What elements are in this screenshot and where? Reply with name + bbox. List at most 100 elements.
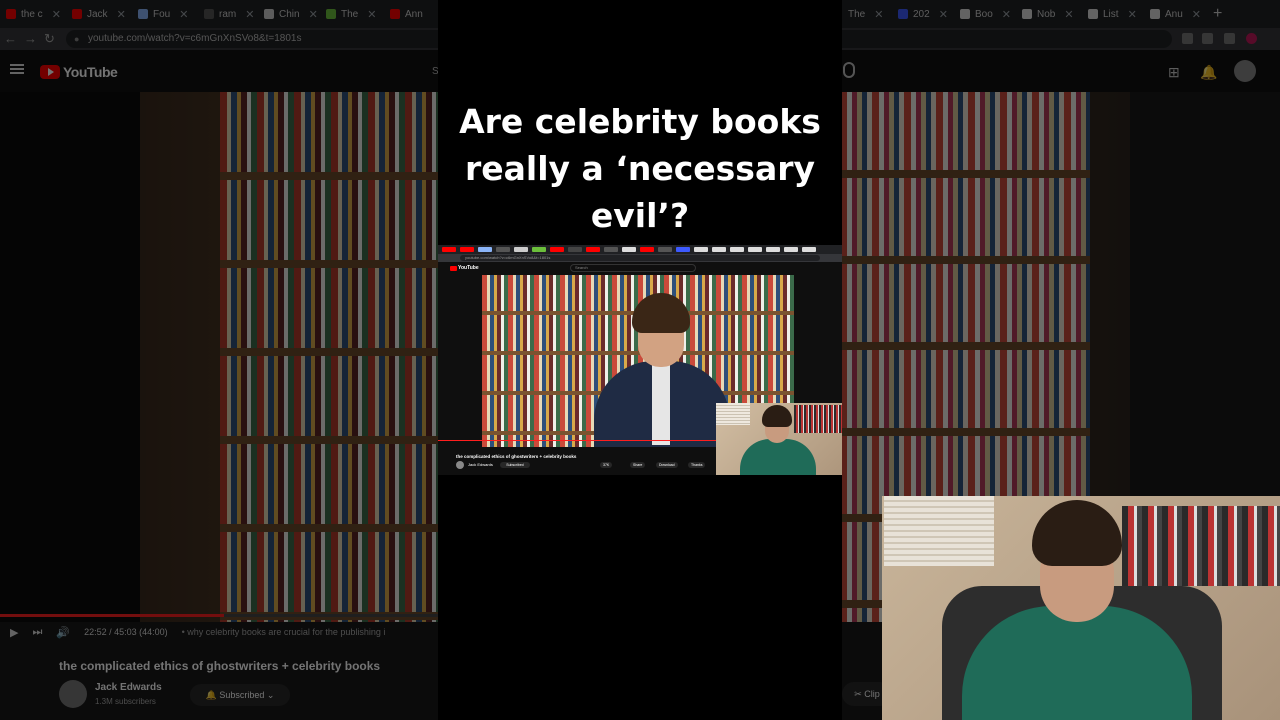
browser-tab[interactable]: 202 ✕ xyxy=(898,4,954,24)
tab-label: Chin xyxy=(279,8,300,20)
caption-line: really a ‘necessary xyxy=(465,149,815,188)
account-avatar[interactable] xyxy=(1234,60,1256,82)
bookshelf xyxy=(1122,506,1280,586)
new-tab-plus-icon[interactable]: + xyxy=(1213,5,1222,23)
page-favicon-icon xyxy=(898,9,908,19)
close-tab-icon[interactable]: ✕ xyxy=(1002,8,1011,21)
close-tab-icon[interactable]: ✕ xyxy=(117,8,126,21)
close-tab-icon[interactable]: ✕ xyxy=(1128,8,1137,21)
bookshelf xyxy=(794,405,842,433)
notifications-bell-icon[interactable]: 🔔 xyxy=(1200,64,1217,81)
bell-icon: 🔔 xyxy=(205,690,220,700)
scissors-icon: ✂ xyxy=(854,689,865,699)
mini-tab xyxy=(442,247,456,252)
next-icon[interactable]: ⏭ xyxy=(32,626,42,639)
close-tab-icon[interactable]: ✕ xyxy=(1192,8,1201,21)
browser-tab[interactable]: Chin ✕ xyxy=(264,4,320,24)
mini-url: youtube.com/watch?v=c6mGnXnSVo8&t=1801s xyxy=(460,255,820,261)
subscriber-count: 1.3M subscribers xyxy=(95,697,156,706)
mini-youtube-header: YouTube Search xyxy=(438,262,842,274)
chevron-down-icon: ⌄ xyxy=(264,690,275,700)
extension-icon[interactable] xyxy=(1202,33,1213,44)
mini-tab xyxy=(604,247,618,252)
webcam-inset-small xyxy=(716,403,842,475)
mini-tab xyxy=(532,247,546,252)
mini-search-box: Search xyxy=(570,264,696,272)
close-tab-icon[interactable]: ✕ xyxy=(52,8,61,21)
hair xyxy=(1032,500,1122,566)
mini-tab xyxy=(514,247,528,252)
browser-tab[interactable]: The ✕ xyxy=(848,4,888,24)
tab-label: Anu xyxy=(1165,8,1183,20)
channel-avatar[interactable] xyxy=(59,680,87,708)
player-controls: ▶ ⏭ 🔊 22:52 / 45:03 (44:00) • why celebr… xyxy=(0,620,440,644)
mini-channel-name: Jack Edwards xyxy=(468,462,493,467)
volume-icon[interactable]: 🔊 xyxy=(56,626,70,639)
subscribed-label: Subscribed xyxy=(219,690,265,700)
mini-tab-strip xyxy=(438,245,842,254)
chapter-title[interactable]: • why celebrity books are crucial for th… xyxy=(182,627,386,637)
browser-tab[interactable]: The ✕ xyxy=(326,4,382,24)
green-hoodie xyxy=(740,439,816,475)
close-tab-icon[interactable]: ✕ xyxy=(179,8,188,21)
mini-tab xyxy=(802,247,816,252)
close-tab-icon[interactable]: ✕ xyxy=(309,8,318,21)
microphone-icon[interactable] xyxy=(843,62,855,78)
mini-screen-recording: youtube.com/watch?v=c6mGnXnSVo8&t=1801s … xyxy=(438,245,842,475)
time-display: 22:52 / 45:03 (44:00) xyxy=(84,627,168,637)
bookshelf-left xyxy=(220,92,440,622)
play-icon[interactable]: ▶ xyxy=(10,626,18,639)
browser-tab[interactable]: Boo ✕ xyxy=(960,4,1016,24)
menu-icon[interactable] xyxy=(10,64,24,74)
tab-label: ram xyxy=(219,8,237,20)
mini-tab xyxy=(730,247,744,252)
browser-tab[interactable]: ram ✕ xyxy=(204,4,260,24)
wikipedia-favicon-icon xyxy=(1022,9,1032,19)
mini-tab xyxy=(748,247,762,252)
mini-tab xyxy=(496,247,510,252)
subscribed-button[interactable]: 🔔 Subscribed ⌄ xyxy=(190,684,290,706)
browser-tab[interactable]: Anu ✕ xyxy=(1150,4,1206,24)
browser-tab[interactable]: List ✕ xyxy=(1088,4,1144,24)
screen: the c ✕ Jack ✕ Fou ✕ ram ✕ Chin ✕ The ✕ Ann Th… xyxy=(0,0,1280,720)
profile-icon[interactable] xyxy=(1246,33,1257,44)
wikipedia-favicon-icon xyxy=(1088,9,1098,19)
create-video-icon[interactable]: ⊞ xyxy=(1168,64,1180,81)
mini-channel-avatar xyxy=(456,461,464,469)
mini-tab xyxy=(460,247,474,252)
clip-label: Clip xyxy=(864,689,880,699)
mini-address-bar: youtube.com/watch?v=c6mGnXnSVo8&t=1801s xyxy=(438,254,842,262)
mini-player-controls xyxy=(438,440,718,448)
browser-tab[interactable]: Ann xyxy=(390,4,438,24)
extension-icon[interactable] xyxy=(1182,33,1193,44)
reload-icon[interactable]: ↻ xyxy=(44,31,55,47)
window-blinds xyxy=(884,496,994,566)
caption-line: Are celebrity books xyxy=(459,102,821,141)
video-progress-bar[interactable] xyxy=(0,614,440,617)
browser-tab[interactable]: Nob ✕ xyxy=(1022,4,1078,24)
mini-progress-bar xyxy=(438,440,718,441)
close-tab-icon[interactable]: ✕ xyxy=(1064,8,1073,21)
browser-tab[interactable]: Fou ✕ xyxy=(138,4,194,24)
mini-wordmark: YouTube xyxy=(458,265,479,271)
side-panel-icon[interactable] xyxy=(1224,33,1235,44)
browser-tab[interactable]: Jack ✕ xyxy=(72,4,128,24)
tab-label: Ann xyxy=(405,8,423,20)
browser-tab[interactable]: the c ✕ xyxy=(6,4,62,24)
tab-label: the c xyxy=(21,8,43,20)
youtube-play-logo-icon xyxy=(450,265,457,271)
close-tab-icon[interactable]: ✕ xyxy=(367,8,376,21)
hair xyxy=(762,405,792,427)
mini-video-title: the complicated ethics of ghostwriters +… xyxy=(456,454,577,459)
youtube-logo[interactable]: YouTube xyxy=(40,64,118,80)
back-arrow-icon[interactable]: ← xyxy=(4,31,17,46)
close-tab-icon[interactable]: ✕ xyxy=(245,8,254,21)
mini-tab xyxy=(712,247,726,252)
window-blinds xyxy=(716,403,750,425)
forward-arrow-icon[interactable]: → xyxy=(24,31,37,46)
close-tab-icon[interactable]: ✕ xyxy=(874,8,883,21)
channel-name[interactable]: Jack Edwards xyxy=(95,682,162,693)
close-tab-icon[interactable]: ✕ xyxy=(939,8,948,21)
mini-tab xyxy=(622,247,636,252)
mini-tab xyxy=(568,247,582,252)
